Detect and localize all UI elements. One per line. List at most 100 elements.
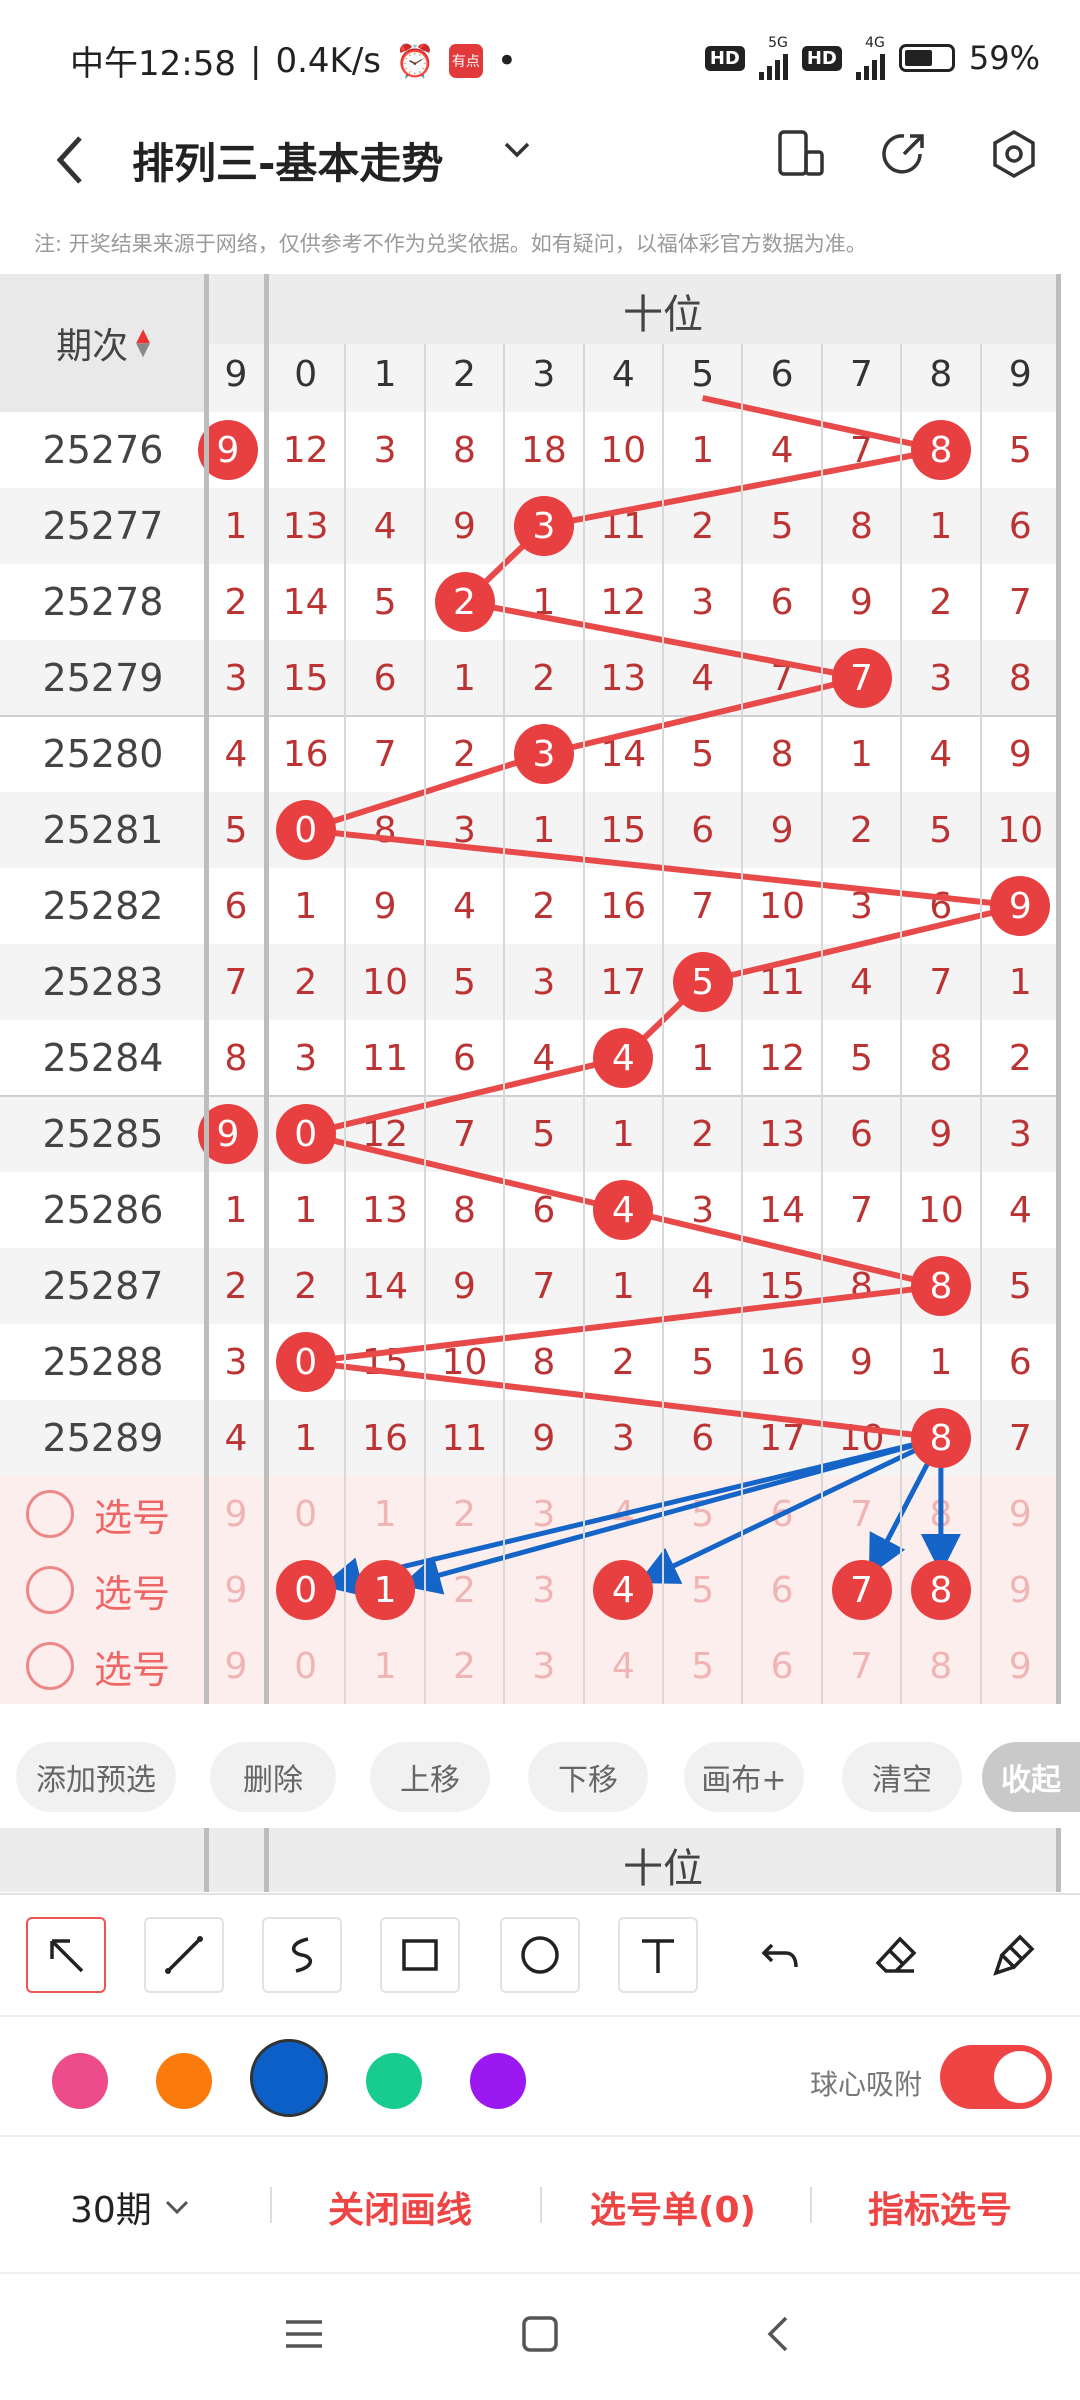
color-swatch-blue-selected[interactable] bbox=[250, 2039, 328, 2117]
select-number-cell[interactable]: 8 bbox=[901, 1476, 980, 1552]
add-preselect-button[interactable]: 添加预选 bbox=[16, 1742, 176, 1812]
indicator-select-button[interactable]: 指标选号 bbox=[868, 2181, 1012, 2233]
line-tool-button[interactable] bbox=[144, 1917, 224, 1993]
period-column-header[interactable]: 期次 ▲ ▼ bbox=[0, 274, 206, 412]
hit-ball[interactable]: 7 bbox=[831, 648, 892, 708]
hit-ball[interactable]: 8 bbox=[910, 420, 971, 480]
hit-ball[interactable]: 8 bbox=[910, 1408, 971, 1468]
hit-ball[interactable]: 0 bbox=[275, 1332, 336, 1392]
select-prev-cell[interactable]: 9 bbox=[206, 1628, 266, 1704]
omission-cell: 11 bbox=[441, 1417, 488, 1459]
hit-ball[interactable]: 5 bbox=[672, 952, 733, 1012]
snap-toggle[interactable] bbox=[940, 2045, 1052, 2109]
move-down-button[interactable]: 下移 bbox=[528, 1742, 648, 1812]
hit-ball[interactable]: 4 bbox=[593, 1180, 654, 1240]
color-swatch-pink[interactable] bbox=[52, 2053, 108, 2109]
undo-button[interactable] bbox=[740, 1917, 820, 1993]
group-label-tens: 十位 bbox=[623, 292, 703, 338]
period-cell: 25276 bbox=[42, 428, 164, 472]
hit-ball[interactable]: 3 bbox=[513, 496, 574, 556]
picked-ball[interactable]: 1 bbox=[355, 1560, 416, 1620]
picked-ball[interactable]: 7 bbox=[831, 1560, 892, 1620]
picked-ball[interactable]: 8 bbox=[910, 1560, 971, 1620]
canvas-add-button[interactable]: 画布+ bbox=[684, 1742, 804, 1812]
sort-icon[interactable]: ▲ ▼ bbox=[136, 327, 150, 359]
delete-button[interactable]: 删除 bbox=[210, 1742, 336, 1812]
select-prev-cell[interactable]: 9 bbox=[206, 1552, 266, 1628]
collapse-button[interactable]: 收起 bbox=[982, 1742, 1080, 1812]
select-number-cell[interactable]: 7 bbox=[822, 1476, 901, 1552]
home-square-icon bbox=[522, 2316, 558, 2352]
radio-icon[interactable] bbox=[26, 1490, 74, 1538]
select-row-toggle[interactable]: 选号 bbox=[0, 1628, 206, 1704]
hit-ball[interactable]: 3 bbox=[513, 724, 574, 784]
hit-ball[interactable]: 0 bbox=[275, 1104, 336, 1164]
color-picker: 球心吸附 bbox=[0, 2015, 1080, 2133]
select-number-cell[interactable]: 6 bbox=[742, 1476, 821, 1552]
screen-button[interactable] bbox=[770, 124, 830, 184]
home-nav-button[interactable] bbox=[516, 2310, 564, 2362]
share-button[interactable] bbox=[874, 124, 934, 184]
select-list-button[interactable]: 选号单(0) bbox=[590, 2181, 756, 2233]
back-nav-button[interactable] bbox=[756, 2310, 804, 2362]
hit-ball[interactable]: 0 bbox=[275, 800, 336, 860]
hit-ball[interactable]: 9 bbox=[990, 876, 1051, 936]
back-button[interactable] bbox=[50, 130, 90, 203]
prev-digit-cell: 4 bbox=[224, 1417, 248, 1459]
select-number-cell[interactable]: 7 bbox=[822, 1628, 901, 1704]
color-swatch-green[interactable] bbox=[366, 2053, 422, 2109]
select-number-cell[interactable]: 0 bbox=[266, 1628, 345, 1704]
select-number-cell[interactable]: 4 bbox=[584, 1476, 663, 1552]
select-number-cell[interactable]: 1 bbox=[345, 1628, 424, 1704]
clear-button[interactable]: 清空 bbox=[842, 1742, 962, 1812]
text-tool-button[interactable] bbox=[618, 1917, 698, 1993]
period-count-select[interactable]: 30期 bbox=[70, 2181, 192, 2233]
prev-digit-cell: 4 bbox=[224, 733, 248, 775]
select-number-cell[interactable]: 2 bbox=[425, 1552, 504, 1628]
select-number-cell[interactable]: 9 bbox=[981, 1628, 1060, 1704]
omission-cell: 5 bbox=[532, 1113, 556, 1155]
settings-button[interactable] bbox=[984, 124, 1044, 184]
select-number-cell[interactable]: 1 bbox=[345, 1476, 424, 1552]
hit-ball[interactable]: 4 bbox=[593, 1028, 654, 1088]
select-number-cell[interactable]: 5 bbox=[663, 1628, 742, 1704]
picked-ball[interactable]: 0 bbox=[275, 1560, 336, 1620]
clear-brush-button[interactable] bbox=[974, 1917, 1054, 1993]
select-number-cell[interactable]: 9 bbox=[981, 1476, 1060, 1552]
move-up-button[interactable]: 上移 bbox=[370, 1742, 490, 1812]
select-number-cell[interactable]: 6 bbox=[742, 1628, 821, 1704]
color-swatch-purple[interactable] bbox=[470, 2053, 526, 2109]
select-number-cell[interactable]: 4 bbox=[584, 1628, 663, 1704]
select-prev-cell[interactable]: 9 bbox=[206, 1476, 266, 1552]
select-number-cell[interactable]: 2 bbox=[425, 1628, 504, 1704]
select-number-cell[interactable]: 9 bbox=[981, 1552, 1060, 1628]
select-row-toggle[interactable]: 选号 bbox=[0, 1552, 206, 1628]
menu-nav-button[interactable] bbox=[280, 2310, 328, 2362]
hit-ball[interactable]: 8 bbox=[910, 1256, 971, 1316]
radio-icon[interactable] bbox=[26, 1642, 74, 1690]
select-number-cell[interactable]: 0 bbox=[266, 1476, 345, 1552]
select-number-cell[interactable]: 5 bbox=[663, 1476, 742, 1552]
rect-tool-button[interactable] bbox=[380, 1917, 460, 1993]
select-number-cell[interactable]: 6 bbox=[742, 1552, 821, 1628]
close-draw-button[interactable]: 关闭画线 bbox=[328, 2181, 472, 2233]
arrow-tool-button[interactable] bbox=[26, 1917, 106, 1993]
select-number-cell[interactable]: 3 bbox=[504, 1476, 583, 1552]
curve-tool-button[interactable] bbox=[262, 1917, 342, 1993]
title-dropdown-button[interactable] bbox=[500, 132, 534, 175]
select-number-cell[interactable]: 2 bbox=[425, 1476, 504, 1552]
color-swatch-orange[interactable] bbox=[156, 2053, 212, 2109]
circle-tool-button[interactable] bbox=[500, 1917, 580, 1993]
page-title[interactable]: 排列三-基本走势 bbox=[132, 130, 443, 191]
select-number-cell[interactable]: 8 bbox=[901, 1628, 980, 1704]
radio-icon[interactable] bbox=[26, 1566, 74, 1614]
status-bar: 中午12:58 | 0.4K/s ⏰ 有点 • HD 5G HD 4G 59% bbox=[70, 35, 1040, 84]
select-number-cell[interactable]: 3 bbox=[504, 1628, 583, 1704]
select-number-cell[interactable]: 5 bbox=[663, 1552, 742, 1628]
picked-ball[interactable]: 4 bbox=[593, 1560, 654, 1620]
trend-table: 期次 ▲▼ 十位 9 0123456789 252769123818101478… bbox=[0, 274, 1080, 1726]
eraser-button[interactable] bbox=[856, 1917, 936, 1993]
select-row-toggle[interactable]: 选号 bbox=[0, 1476, 206, 1552]
hit-ball[interactable]: 2 bbox=[434, 572, 495, 632]
select-number-cell[interactable]: 3 bbox=[504, 1552, 583, 1628]
